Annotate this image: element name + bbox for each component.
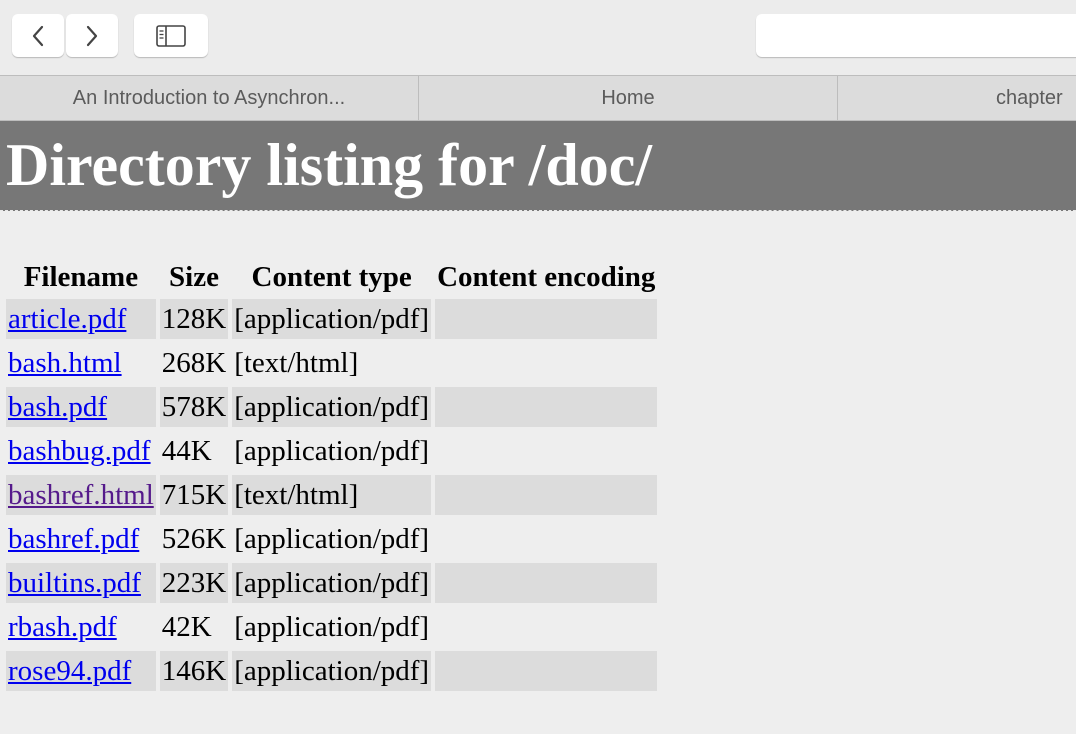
size-cell: 526K [159,519,229,559]
content-encoding-cell [435,431,658,471]
tab-bar: An Introduction to Asynchron... Home cha… [0,75,1076,121]
column-header-filename: Filename [23,260,139,293]
filename-cell: bash.html [6,343,156,383]
tab-label: An Introduction to Asynchron... [72,86,346,109]
size-cell: 146K [159,651,229,691]
file-link[interactable]: article.pdf [8,303,126,335]
chevron-right-icon [86,25,98,46]
table-row: bash.html 268K [text/html] [6,343,658,383]
browser-toolbar [0,0,1076,75]
content-type-cell: [application/pdf] [232,299,432,339]
content-type-cell: [application/pdf] [232,607,432,647]
tab-async-intro[interactable]: An Introduction to Asynchron... [0,76,419,120]
file-link[interactable]: bash.html [8,347,122,379]
content-type-cell: [application/pdf] [232,519,432,559]
filename-cell: article.pdf [6,299,156,339]
file-link[interactable]: builtins.pdf [8,567,141,599]
file-listing-table: Filename Size Content type Content encod… [2,255,661,695]
size-cell: 44K [159,431,229,471]
column-header-size: Size [169,260,219,293]
filename-cell: bashref.pdf [6,519,156,559]
page-title: Directory listing for /doc/ [6,132,652,198]
table-row: builtins.pdf 223K [application/pdf] [6,563,658,603]
size-cell: 42K [159,607,229,647]
size-cell: 128K [159,299,229,339]
content-encoding-cell [435,651,658,691]
file-link[interactable]: bashref.pdf [8,523,139,555]
content-type-cell: [application/pdf] [232,563,432,603]
table-row: article.pdf 128K [application/pdf] [6,299,658,339]
tab-chapter[interactable]: chapter [838,76,1076,120]
table-row: bash.pdf 578K [application/pdf] [6,387,658,427]
table-row: bashref.html 715K [text/html] [6,475,658,515]
content-encoding-cell [435,607,658,647]
size-cell: 268K [159,343,229,383]
forward-button[interactable] [66,14,118,57]
column-header-content-type: Content type [251,260,412,293]
content-encoding-cell [435,299,658,339]
table-row: bashref.pdf 526K [application/pdf] [6,519,658,559]
column-header-content-encoding: Content encoding [437,260,656,293]
chevron-left-icon [32,25,44,46]
content-encoding-cell [435,563,658,603]
file-link[interactable]: rose94.pdf [8,655,131,687]
filename-cell: rose94.pdf [6,651,156,691]
content-type-cell: [application/pdf] [232,431,432,471]
content-type-cell: [text/html] [232,343,432,383]
filename-cell: builtins.pdf [6,563,156,603]
tab-label: chapter [996,86,1063,109]
size-cell: 715K [159,475,229,515]
content-encoding-cell [435,387,658,427]
table-row: bashbug.pdf 44K [application/pdf] [6,431,658,471]
content-type-cell: [application/pdf] [232,387,432,427]
file-link[interactable]: bashbug.pdf [8,435,151,467]
table-header-row: Filename Size Content type Content encod… [6,259,657,295]
content-type-cell: [text/html] [232,475,432,515]
filename-cell: rbash.pdf [6,607,156,647]
filename-cell: bashbug.pdf [6,431,156,471]
filename-cell: bash.pdf [6,387,156,427]
table-row: rbash.pdf 42K [application/pdf] [6,607,658,647]
heading-banner: Directory listing for /doc/ [0,121,1076,211]
content-encoding-cell [435,475,658,515]
tab-label: Home [601,86,655,109]
size-cell: 578K [159,387,229,427]
content-type-cell: [application/pdf] [232,651,432,691]
page-content: Directory listing for /doc/ Filename Siz… [0,121,1076,734]
filename-cell: bashref.html [6,475,156,515]
file-link[interactable]: bashref.html [8,479,154,511]
file-link[interactable]: rbash.pdf [8,611,117,643]
size-cell: 223K [159,563,229,603]
address-bar[interactable] [756,14,1076,57]
sidebar-toggle-button[interactable] [134,14,208,57]
content-encoding-cell [435,343,658,383]
sidebar-icon [156,24,186,47]
tab-home[interactable]: Home [419,76,838,120]
file-link[interactable]: bash.pdf [8,391,107,423]
table-row: rose94.pdf 146K [application/pdf] [6,651,658,691]
back-button[interactable] [12,14,64,57]
content-encoding-cell [435,519,658,559]
